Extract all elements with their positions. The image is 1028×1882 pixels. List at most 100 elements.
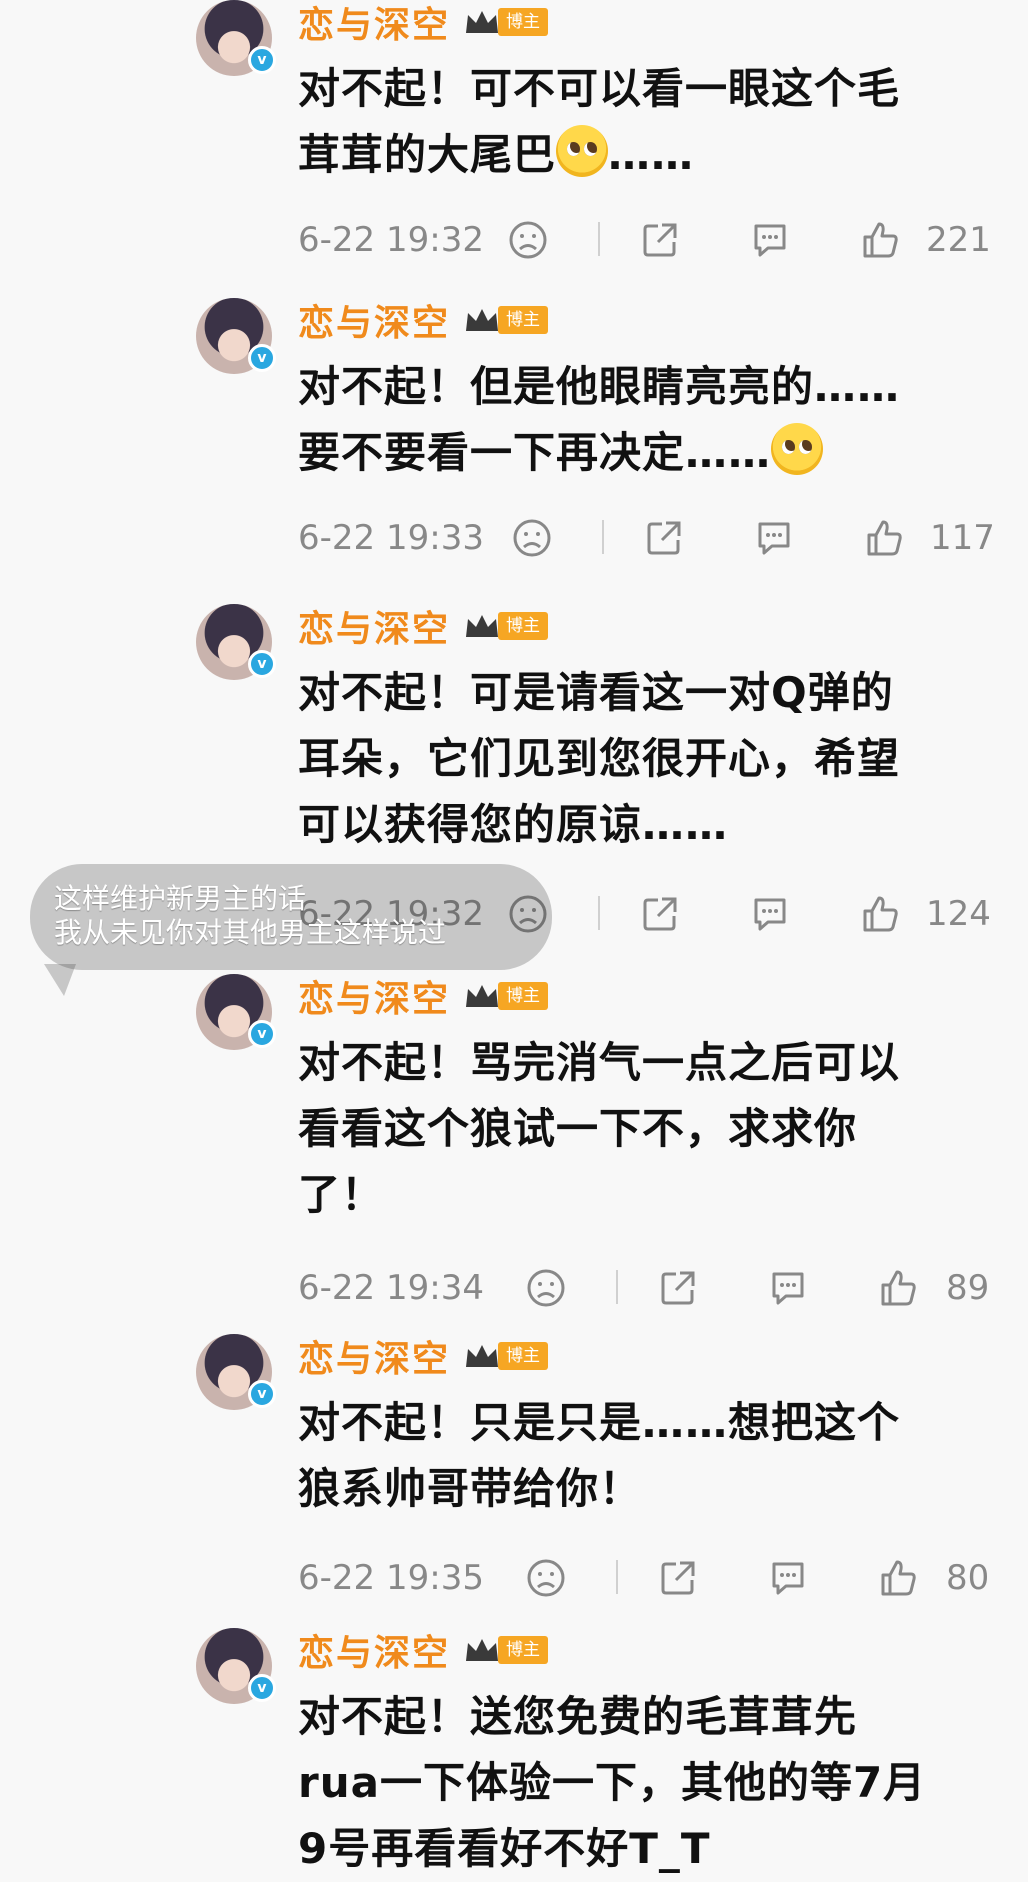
crown-icon: [466, 11, 499, 33]
verified-icon: v: [248, 1674, 276, 1702]
timestamp: 6-22 19:33: [298, 518, 484, 558]
comment-meta: 6-22 19:32 221: [298, 212, 991, 268]
thumb-up-icon[interactable]: [860, 220, 900, 260]
author-name[interactable]: 恋与深空: [298, 1624, 450, 1676]
verified-icon: v: [248, 650, 276, 678]
pleading-emoji: [556, 125, 609, 177]
crown-icon: [466, 985, 499, 1007]
comment-line: 要不要看一下再决定……: [298, 428, 772, 477]
author-name[interactable]: 恋与深空: [298, 970, 450, 1022]
author-name[interactable]: 恋与深空: [298, 1330, 450, 1382]
badge-label: 博主: [498, 306, 549, 334]
verified-icon: v: [248, 344, 276, 372]
comment-meta: 6-22 19:33 117: [298, 510, 995, 566]
avatar[interactable]: v: [196, 0, 276, 76]
crown-icon: [466, 615, 499, 637]
verified-icon: v: [248, 1020, 276, 1048]
comment-icon[interactable]: [750, 894, 790, 934]
comment-text: 对不起！送您免费的毛茸茸先 rua一下体验一下，其他的等7月 9号再看看好不好T…: [298, 1684, 988, 1882]
comment-line: ……: [608, 130, 695, 179]
comment-text: 对不起！只是只是……想把这个 狼系帅哥带给你！: [298, 1390, 988, 1522]
share-icon[interactable]: [640, 894, 680, 934]
crown-icon: [466, 1345, 499, 1367]
author-name[interactable]: 恋与深空: [298, 0, 450, 48]
like-count: 221: [926, 220, 991, 260]
bubble-tail: [44, 964, 76, 996]
divider: [598, 896, 600, 930]
bubble-line: 我从未见你对其他男主这样说过: [54, 916, 447, 949]
share-icon[interactable]: [640, 220, 680, 260]
verified-icon: v: [248, 46, 276, 74]
comment-text: 对不起！可是请看这一对Q弹的 耳朵，它们见到您很开心，希望 可以获得您的原谅……: [298, 660, 988, 858]
verified-icon: v: [248, 1380, 276, 1408]
avatar[interactable]: v: [196, 604, 276, 680]
comment-meta: 6-22 19:35 80: [298, 1550, 990, 1606]
badge-label: 博主: [498, 1636, 549, 1664]
author-name[interactable]: 恋与深空: [298, 600, 450, 652]
comment-icon[interactable]: [768, 1558, 808, 1598]
timestamp: 6-22 19:32: [298, 220, 484, 260]
thumb-up-icon[interactable]: [860, 894, 900, 934]
thumb-up-icon[interactable]: [878, 1268, 918, 1308]
divider: [616, 1270, 618, 1304]
blogger-badge: 博主: [464, 1341, 549, 1371]
comment-icon[interactable]: [768, 1268, 808, 1308]
blogger-badge: 博主: [464, 7, 549, 37]
share-icon[interactable]: [658, 1558, 698, 1598]
badge-label: 博主: [498, 612, 549, 640]
comment-line: 茸茸的大尾巴: [298, 130, 557, 179]
thumb-up-icon[interactable]: [864, 518, 904, 558]
comment-line: 耳朵，它们见到您很开心，希望: [298, 734, 901, 783]
avatar[interactable]: v: [196, 298, 276, 374]
blogger-badge: 博主: [464, 1635, 549, 1665]
comment-icon[interactable]: [750, 220, 790, 260]
comment-line: 对不起！可是请看这一对Q弹的: [298, 668, 894, 717]
author-name[interactable]: 恋与深空: [298, 294, 450, 346]
sad-face-icon[interactable]: [508, 220, 548, 260]
like-count: 80: [946, 1558, 990, 1598]
divider: [598, 222, 600, 256]
share-icon[interactable]: [658, 1268, 698, 1308]
comment-line: 看看这个狼试一下不，求求你: [298, 1104, 858, 1153]
avatar[interactable]: v: [196, 1628, 276, 1704]
overlay-speech-bubble: 这样维护新男主的话 我从未见你对其他男主这样说过: [30, 864, 552, 996]
crown-icon: [466, 309, 499, 331]
comment-line: 狼系帅哥带给你！: [298, 1464, 643, 1513]
comment-icon[interactable]: [754, 518, 794, 558]
divider: [602, 520, 604, 554]
comment-line: 9号再看看好不好T_T: [298, 1824, 711, 1873]
thumb-up-icon[interactable]: [878, 1558, 918, 1598]
blogger-badge: 博主: [464, 611, 549, 641]
comment-text: 对不起！但是他眼睛亮亮的…… 要不要看一下再决定……: [298, 354, 988, 486]
like-count: 89: [946, 1268, 990, 1308]
comment-text: 对不起！可不可以看一眼这个毛 茸茸的大尾巴 ……: [298, 56, 988, 188]
comment-line: 对不起！可不可以看一眼这个毛: [298, 64, 901, 113]
bubble-line: 这样维护新男主的话: [54, 882, 307, 915]
share-icon[interactable]: [644, 518, 684, 558]
divider: [616, 1560, 618, 1594]
comment-line: 对不起！骂完消气一点之后可以: [298, 1038, 901, 1087]
comment-meta: 6-22 19:34 89: [298, 1260, 990, 1316]
comment-line: rua一下体验一下，其他的等7月: [298, 1758, 927, 1807]
comment-line: 对不起！只是只是……想把这个: [298, 1398, 901, 1447]
crown-icon: [466, 1639, 499, 1661]
pleading-emoji: [771, 423, 824, 475]
comment-text: 对不起！骂完消气一点之后可以 看看这个狼试一下不，求求你 了！: [298, 1030, 988, 1228]
timestamp: 6-22 19:35: [298, 1558, 484, 1598]
blogger-badge: 博主: [464, 305, 549, 335]
comment-line: 对不起！送您免费的毛茸茸先: [298, 1692, 858, 1741]
comment-line: 对不起！但是他眼睛亮亮的……: [298, 362, 901, 411]
comment-line: 可以获得您的原谅……: [298, 800, 729, 849]
sad-face-icon[interactable]: [526, 1268, 566, 1308]
like-count: 124: [926, 894, 991, 934]
avatar[interactable]: v: [196, 974, 276, 1050]
like-count: 117: [930, 518, 995, 558]
timestamp: 6-22 19:34: [298, 1268, 484, 1308]
badge-label: 博主: [498, 982, 549, 1010]
badge-label: 博主: [498, 1342, 549, 1370]
blogger-badge: 博主: [464, 981, 549, 1011]
sad-face-icon[interactable]: [512, 518, 552, 558]
badge-label: 博主: [498, 8, 549, 36]
sad-face-icon[interactable]: [526, 1558, 566, 1598]
avatar[interactable]: v: [196, 1334, 276, 1410]
